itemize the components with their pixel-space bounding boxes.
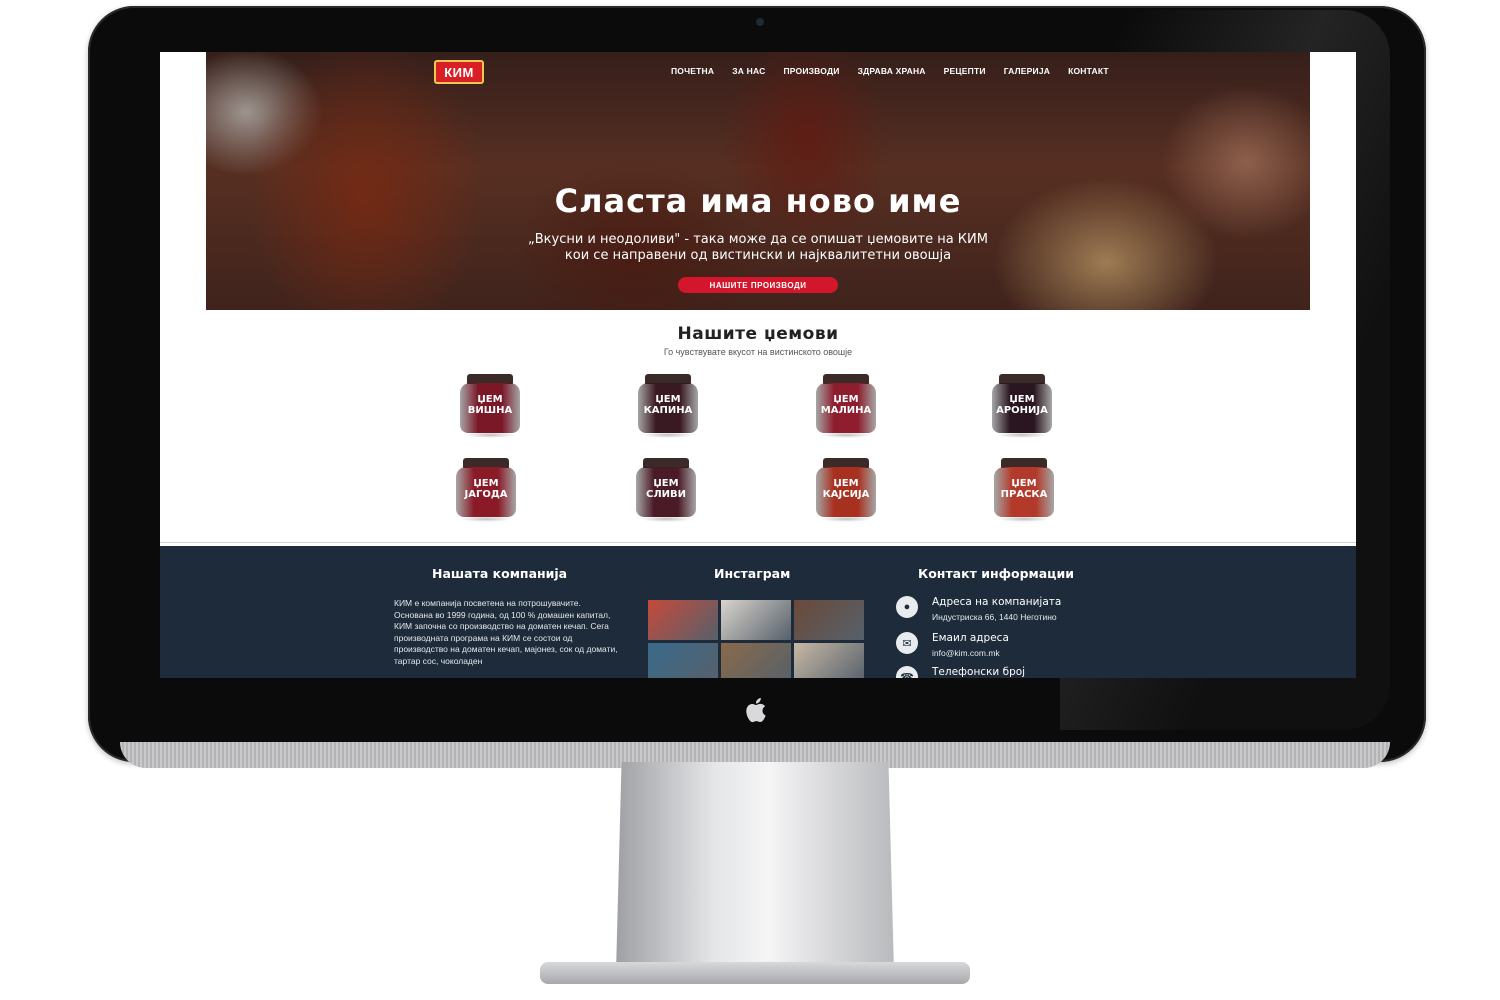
jar-label: ЏЕМ СЛИВИ — [645, 478, 686, 500]
apple-logo-icon — [746, 698, 766, 723]
company-heading: Нашата компанија — [432, 566, 568, 581]
jar-shadow — [998, 516, 1050, 522]
nav-item-gallery[interactable]: ГАЛЕРИЈА — [995, 66, 1059, 76]
jar-shadow — [642, 432, 694, 438]
nav-item-home[interactable]: ПОЧЕТНА — [662, 66, 723, 76]
camera-icon — [756, 18, 764, 26]
instagram-photo[interactable] — [721, 600, 791, 640]
contact-phone: ☎ Телефонски број — [896, 666, 1025, 678]
hero-title: Сласта има ново име — [554, 182, 962, 220]
hero-overlay — [206, 52, 1310, 310]
contact-email: ✉ Емаил адреса info@kim.com.mk — [896, 632, 1009, 658]
email-link[interactable]: info@kim.com.mk — [932, 648, 1009, 658]
jar-shadow — [996, 432, 1048, 438]
company-text: КИМ е компанија посветена на потрошувачи… — [394, 598, 618, 666]
hero-banner: КИМ ПОЧЕТНА ЗА НАС ПРОИЗВОДИ ЗДРАВА ХРАН… — [206, 52, 1310, 310]
product-jar-aronia[interactable]: ЏЕМ АРОНИЈА — [990, 374, 1054, 438]
hero-text: „Вкусни и неодоливи" - така може да се о… — [528, 232, 988, 263]
nav-item-healthy-food[interactable]: ЗДРАВА ХРАНА — [849, 66, 935, 76]
footer-divider — [160, 542, 1356, 543]
jar-label: ЏЕМ МАЛИНА — [820, 394, 872, 416]
jar-label: ЏЕМ КАЈСИЈА — [822, 478, 870, 500]
email-label: Емаил адреса — [932, 632, 1009, 644]
jar-shadow — [464, 432, 516, 438]
jar-label: ЏЕМ АРОНИЈА — [996, 394, 1048, 416]
our-products-button[interactable]: НАШИТЕ ПРОИЗВОДИ — [678, 277, 838, 293]
nav-item-recipes[interactable]: РЕЦЕПТИ — [935, 66, 995, 76]
phone-icon: ☎ — [896, 666, 918, 678]
products-subtitle: Го чувствувате вкусот на вистинското ово… — [663, 347, 853, 357]
instagram-photo[interactable] — [648, 643, 718, 678]
jar-label: ЏЕМ ВИШНА — [467, 394, 513, 416]
product-jar-peach[interactable]: ЏЕМ ПРАСКА — [992, 458, 1056, 522]
footer: Нашата компанија КИМ е компанија посвете… — [160, 546, 1356, 678]
instagram-heading: Инстаграм — [714, 566, 791, 581]
main-nav: ПОЧЕТНА ЗА НАС ПРОИЗВОДИ ЗДРАВА ХРАНА РЕ… — [662, 66, 1118, 76]
monitor-stand-base — [540, 962, 970, 984]
product-jar-blackberry[interactable]: ЏЕМ КАПИНА — [636, 374, 700, 438]
contact-address: ● Адреса на компанијата Индустриска 66, … — [896, 596, 1061, 622]
website-screen: КИМ ПОЧЕТНА ЗА НАС ПРОИЗВОДИ ЗДРАВА ХРАН… — [160, 52, 1356, 678]
jar-label: ЏЕМ ПРАСКА — [1000, 478, 1048, 500]
jar-label: ЏЕМ КАПИНА — [643, 394, 693, 416]
jar-shadow — [460, 516, 512, 522]
monitor-stand — [616, 762, 894, 972]
product-jar-cherry[interactable]: ЏЕМ ВИШНА — [458, 374, 522, 438]
product-jar-plum[interactable]: ЏЕМ СЛИВИ — [634, 458, 698, 522]
phone-label: Телефонски број — [932, 666, 1026, 678]
contact-heading: Контакт информации — [918, 566, 1074, 581]
jar-label: ЏЕМ ЈАГОДА — [464, 478, 508, 500]
product-jar-strawberry[interactable]: ЏЕМ ЈАГОДА — [454, 458, 518, 522]
kim-logo[interactable]: КИМ — [434, 60, 484, 84]
instagram-photo[interactable] — [721, 643, 791, 678]
nav-item-contact[interactable]: КОНТАКТ — [1059, 66, 1118, 76]
nav-item-about[interactable]: ЗА НАС — [723, 66, 774, 76]
instagram-photo[interactable] — [648, 600, 718, 640]
products-title: Нашите џемови — [677, 324, 839, 344]
address-value: Индустриска 66, 1440 Неготино — [932, 612, 1057, 622]
address-label: Адреса на компанијата — [932, 596, 1062, 608]
product-jar-apricot[interactable]: ЏЕМ КАЈСИЈА — [814, 458, 878, 522]
jar-shadow — [820, 432, 872, 438]
instagram-grid — [648, 600, 866, 678]
product-jar-raspberry[interactable]: ЏЕМ МАЛИНА — [814, 374, 878, 438]
jar-shadow — [640, 516, 692, 522]
jar-shadow — [820, 516, 872, 522]
map-pin-icon: ● — [896, 596, 918, 618]
envelope-icon: ✉ — [896, 632, 918, 654]
nav-item-products[interactable]: ПРОИЗВОДИ — [774, 66, 848, 76]
instagram-photo[interactable] — [794, 600, 864, 640]
instagram-photo[interactable] — [794, 643, 864, 678]
